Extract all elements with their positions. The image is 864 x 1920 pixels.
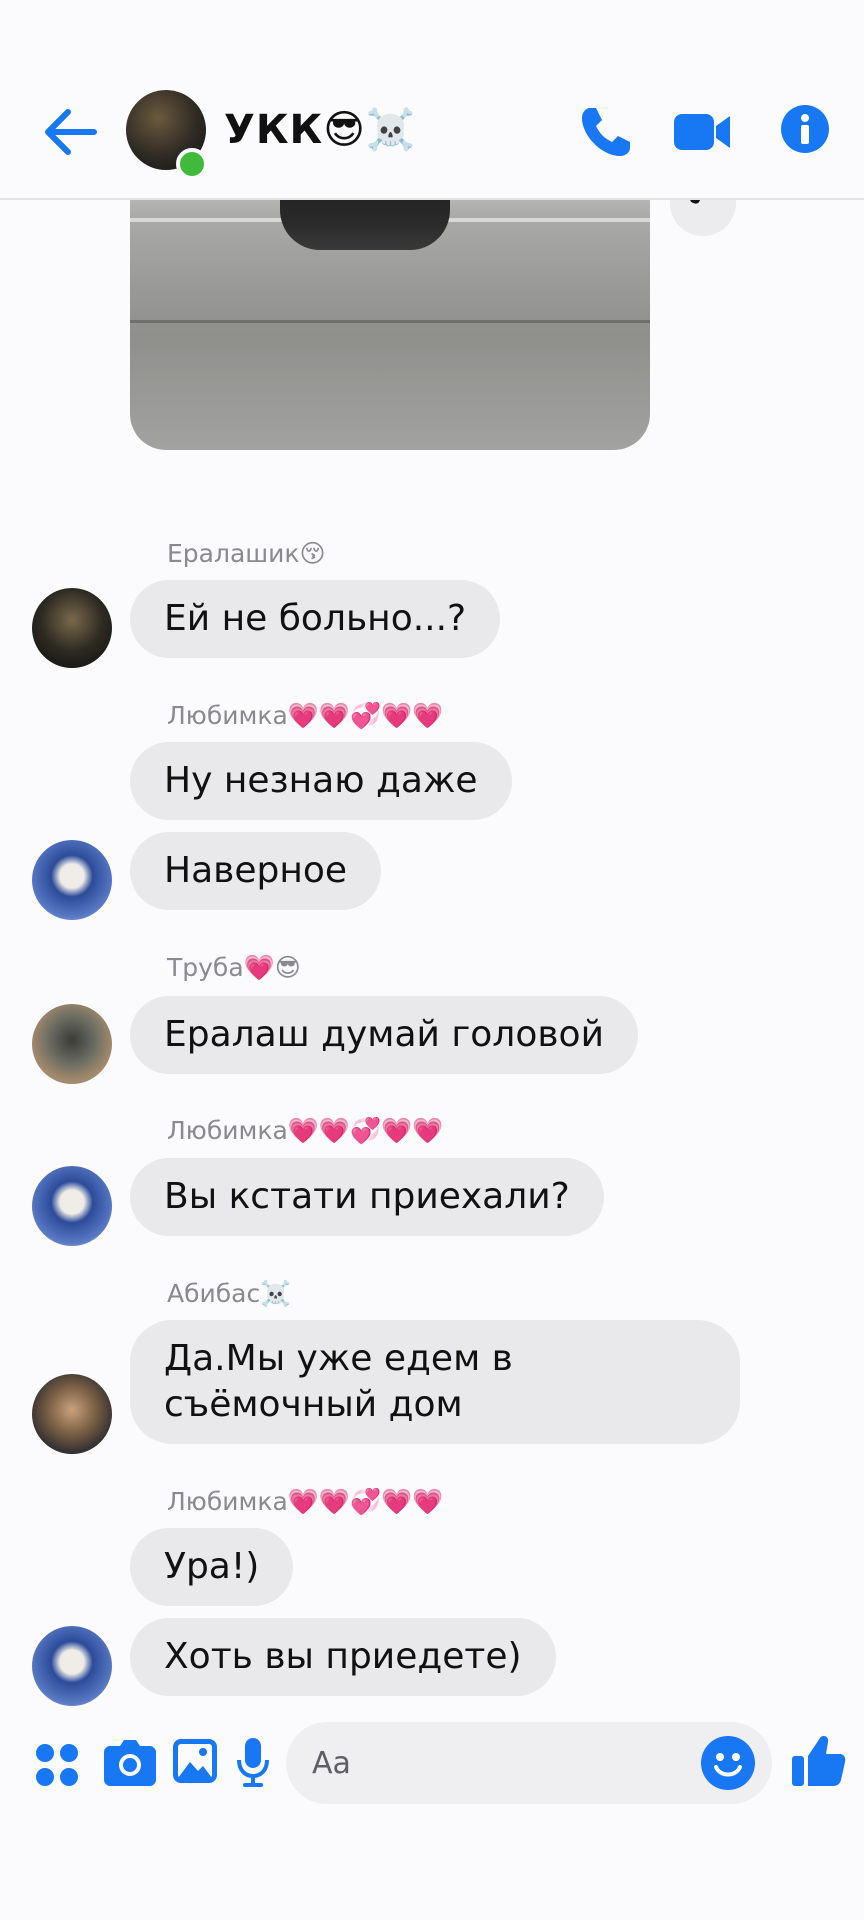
sender-name: Ералашик😚 [167,539,326,568]
microphone-icon[interactable] [236,1738,270,1788]
message-input[interactable] [310,1734,694,1792]
emoji-icon[interactable] [700,1735,756,1791]
back-arrow-icon[interactable] [42,106,98,158]
avatar[interactable] [32,1374,112,1454]
message-input-box[interactable] [286,1722,772,1804]
camera-icon[interactable] [104,1740,156,1786]
avatar[interactable] [32,588,112,668]
avatar[interactable] [32,840,112,920]
phone-call-icon[interactable] [578,104,634,160]
message-bubble[interactable]: Ей не больно...? [130,580,501,658]
info-icon[interactable] [780,104,830,154]
avatar[interactable] [32,1626,112,1706]
message-bubble[interactable]: Вы кстати приехали? [130,1158,604,1236]
chat-header: УКК😎☠️ [0,0,864,200]
online-status-indicator [176,148,208,180]
message-bubble[interactable]: Ура!) [130,1528,294,1606]
like-thumbs-up-icon[interactable] [792,1734,846,1788]
sender-name: Труба💗😎 [167,953,301,982]
video-call-icon[interactable] [672,104,732,160]
sender-name: Любимка💗💗💞💗💗 [167,701,444,730]
sender-name: Любимка💗💗💞💗💗 [167,1487,444,1516]
apps-grid-icon[interactable] [34,1742,80,1788]
message-bubble[interactable]: Наверное [130,832,382,910]
message-bubble[interactable]: Ну незнаю даже [130,742,512,820]
message-bubble[interactable]: Хоть вы приедете) [130,1618,556,1696]
avatar[interactable] [32,1166,112,1246]
gallery-icon[interactable] [172,1738,218,1784]
sender-name: Абибас☠️ [167,1279,292,1308]
chat-title[interactable]: УКК😎☠️ [224,106,417,153]
shared-photo[interactable] [130,160,650,450]
sender-name: Любимка💗💗💞💗💗 [167,1116,444,1145]
message-bubble[interactable]: Ералаш думай головой [130,996,638,1074]
message-bubble[interactable]: Да.Мы уже едем в съёмочный дом [130,1320,740,1444]
avatar[interactable] [32,1004,112,1084]
